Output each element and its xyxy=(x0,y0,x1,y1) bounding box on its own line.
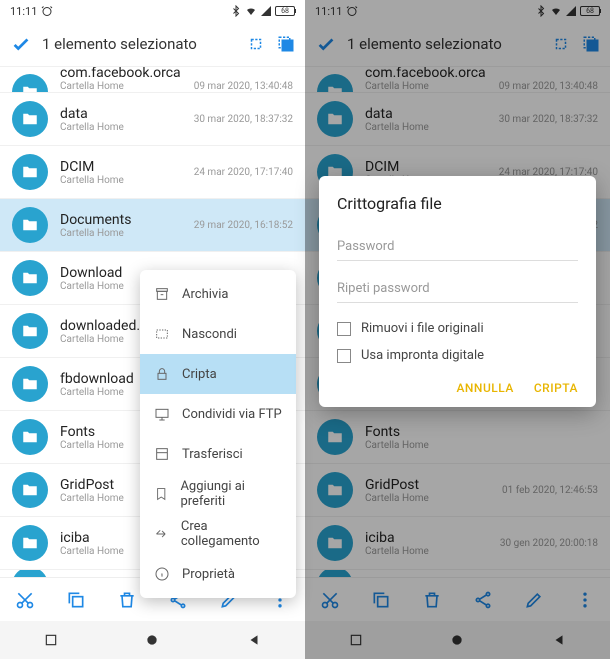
list-item[interactable]: DCIMCartella Home 24 mar 2020, 17:17:40 xyxy=(0,145,305,198)
wifi-icon xyxy=(245,5,257,17)
menu-hide[interactable]: Nascondi xyxy=(140,314,296,354)
phone-right: 11:11 68 1 elemento selezionato com.face… xyxy=(305,0,610,659)
select-inverse-icon[interactable] xyxy=(247,35,265,53)
folder-icon xyxy=(12,569,48,577)
remove-originals-checkbox[interactable]: Rimuovi i file originali xyxy=(337,315,578,342)
menu-transfer[interactable]: Trasferisci xyxy=(140,434,296,474)
repeat-password-field[interactable]: Ripeti password xyxy=(337,273,578,303)
status-bar: 11:11 68 xyxy=(0,0,305,22)
context-menu: Archivia Nascondi Cripta Condividi via F… xyxy=(140,270,296,598)
selection-title: 1 elemento selezionato xyxy=(42,35,237,53)
folder-icon xyxy=(12,472,48,508)
copy-icon[interactable] xyxy=(66,590,86,610)
folder-icon xyxy=(12,101,48,137)
menu-archive[interactable]: Archivia xyxy=(140,274,296,314)
password-field[interactable]: Password xyxy=(337,231,578,261)
folder-icon xyxy=(12,207,48,243)
bluetooth-icon xyxy=(230,5,242,17)
nav-bar xyxy=(0,621,305,659)
cancel-button[interactable]: ANNULLA xyxy=(456,381,513,395)
menu-create-link[interactable]: Crea collegamento xyxy=(140,514,296,554)
cut-icon[interactable] xyxy=(15,590,35,610)
check-icon[interactable] xyxy=(10,33,32,55)
menu-favorite[interactable]: Aggiungi ai preferiti xyxy=(140,474,296,514)
list-item[interactable]: dataCartella Home 30 mar 2020, 18:37:32 xyxy=(0,92,305,145)
menu-encrypt[interactable]: Cripta xyxy=(140,354,296,394)
delete-icon[interactable] xyxy=(117,590,137,610)
nav-recent[interactable] xyxy=(42,631,60,649)
use-fingerprint-checkbox[interactable]: Usa impronta digitale xyxy=(337,342,578,369)
folder-icon xyxy=(12,419,48,455)
folder-icon xyxy=(12,366,48,402)
folder-icon xyxy=(12,154,48,190)
phone-left: 11:11 68 1 elemento selezionato com.face… xyxy=(0,0,305,659)
encrypt-button[interactable]: CRIPTA xyxy=(534,381,578,395)
checkbox-icon xyxy=(337,349,351,363)
menu-ftp[interactable]: Condividi via FTP xyxy=(140,394,296,434)
selection-header: 1 elemento selezionato xyxy=(0,22,305,66)
menu-properties[interactable]: Proprietà xyxy=(140,554,296,594)
folder-icon xyxy=(12,313,48,349)
folder-icon xyxy=(12,525,48,561)
encrypt-dialog: Crittografia file Password Ripeti passwo… xyxy=(319,176,596,407)
list-item-selected[interactable]: DocumentsCartella Home 29 mar 2020, 16:1… xyxy=(0,198,305,251)
folder-icon xyxy=(12,74,48,92)
nav-home[interactable] xyxy=(143,631,161,649)
dialog-title: Crittografia file xyxy=(337,194,578,213)
checkbox-icon xyxy=(337,322,351,336)
signal-icon xyxy=(260,5,272,17)
select-all-icon[interactable] xyxy=(277,35,295,53)
status-time: 11:11 xyxy=(10,5,37,18)
folder-icon xyxy=(12,260,48,296)
battery-icon: 68 xyxy=(275,6,295,16)
list-item[interactable]: com.facebook.orcaCartella Home 09 mar 20… xyxy=(0,66,305,92)
nav-back[interactable] xyxy=(245,631,263,649)
alarm-icon xyxy=(41,5,53,17)
